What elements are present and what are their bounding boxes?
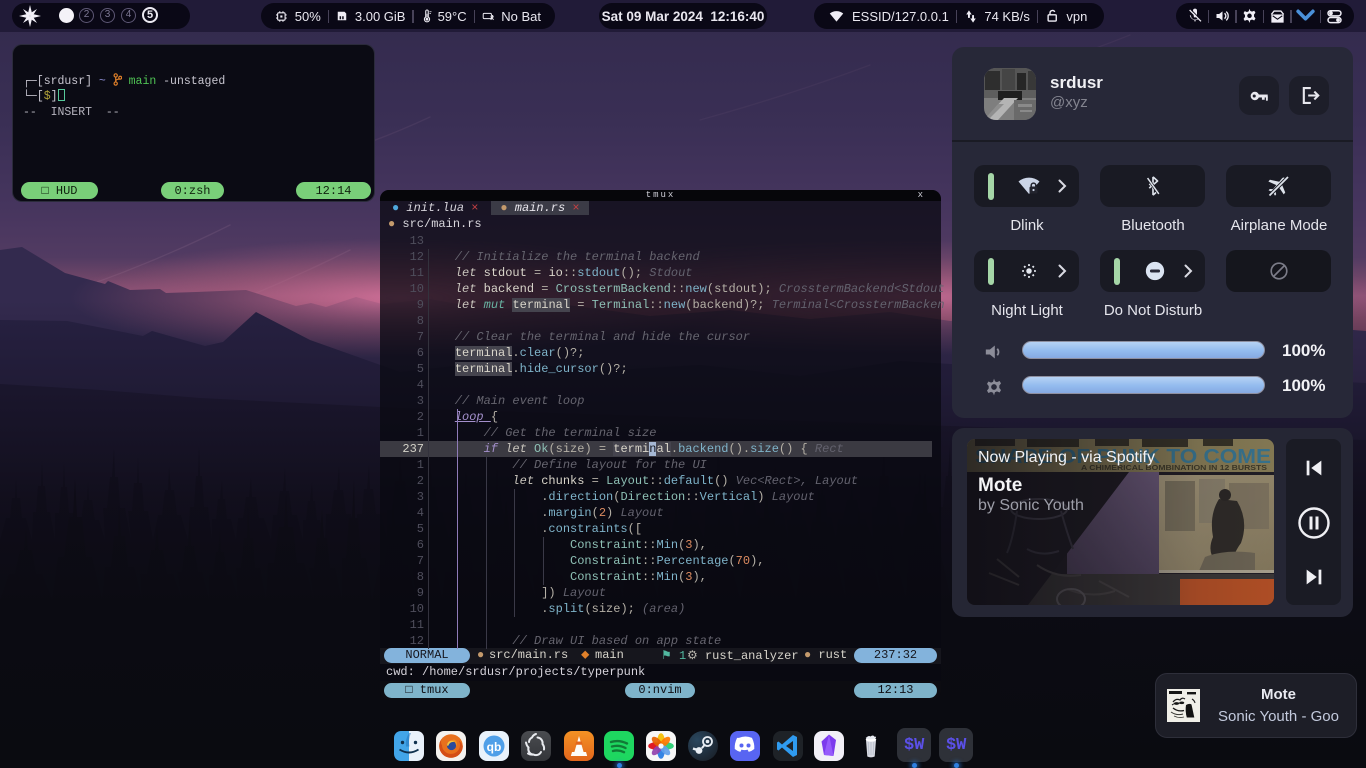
svg-text:qb: qb — [487, 740, 502, 754]
